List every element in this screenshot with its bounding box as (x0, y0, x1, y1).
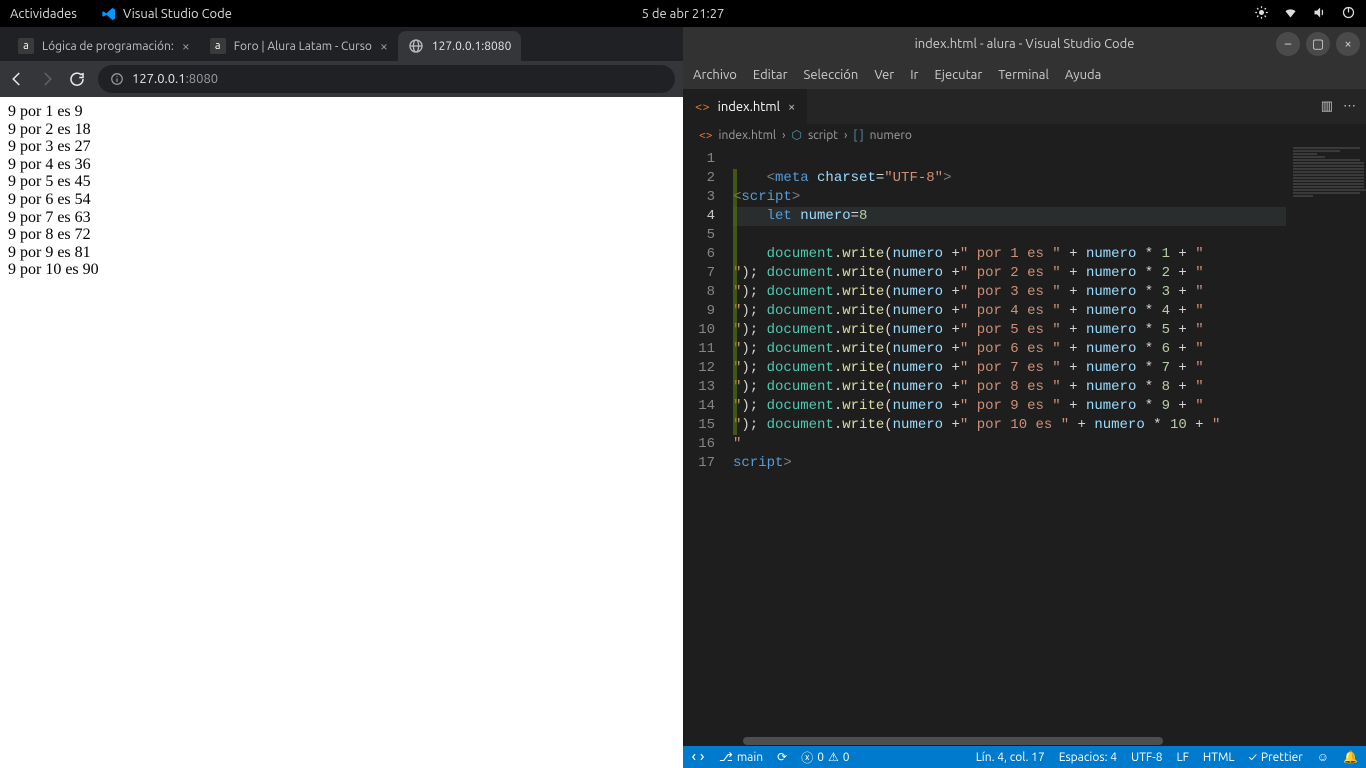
more-actions-icon[interactable]: ⋯ (1343, 99, 1356, 114)
forward-button (38, 70, 56, 88)
menu-ver[interactable]: Ver (874, 68, 894, 82)
vscode-titlebar: index.html - alura - Visual Studio Code … (683, 27, 1366, 61)
browser-tab-2[interactable]: a Foro | Alura Latam - Curso × (200, 31, 398, 61)
tab-close-icon[interactable]: × (788, 100, 795, 114)
scrollbar-thumb[interactable] (743, 737, 1163, 745)
remote-indicator[interactable] (691, 750, 705, 764)
back-button[interactable] (8, 70, 26, 88)
page-line: 9 por 9 es 81 (8, 244, 675, 262)
brightness-icon[interactable] (1254, 5, 1269, 23)
encoding[interactable]: UTF-8 (1131, 751, 1162, 764)
tab-close-icon[interactable]: × (182, 38, 190, 54)
horizontal-scrollbar[interactable] (683, 736, 1366, 746)
split-editor-icon[interactable]: ▥ (1321, 99, 1333, 114)
browser-tab-3[interactable]: 127.0.0.1:8080 (398, 31, 522, 61)
editor-area[interactable]: 1 2 3 4 5 6 7 8 9 10 11 12 13 14 15 16 1… (683, 146, 1366, 736)
browser-tab-1[interactable]: a Lógica de programación: × (8, 31, 200, 61)
menu-ejecutar[interactable]: Ejecutar (935, 68, 983, 82)
line-number-gutter: 1 2 3 4 5 6 7 8 9 10 11 12 13 14 15 16 1… (683, 146, 733, 736)
symbol-icon: ⬡ (791, 128, 801, 142)
html-file-icon: <> (695, 100, 710, 114)
symbol-variable-icon: [ ] (853, 129, 863, 142)
breadcrumb-variable[interactable]: numero (870, 129, 912, 142)
address-bar[interactable]: 127.0.0.1:8080 (98, 65, 675, 93)
gnome-active-app[interactable]: Visual Studio Code (101, 6, 232, 22)
feedback-icon[interactable]: ☺ (1317, 750, 1329, 764)
editor-tab-index-html[interactable]: <> index.html × (683, 89, 808, 124)
window-minimize-button[interactable]: – (1276, 32, 1300, 56)
favicon-alura-icon: a (210, 38, 226, 54)
vscode-menubar: Archivo Editar Selección Ver Ir Ejecutar… (683, 61, 1366, 89)
tab-filename: index.html (718, 100, 780, 114)
menu-ir[interactable]: Ir (910, 68, 918, 82)
menu-terminal[interactable]: Terminal (998, 68, 1049, 82)
breadcrumb-script[interactable]: script (808, 129, 838, 142)
menu-seleccion[interactable]: Selección (804, 68, 859, 82)
gnome-clock[interactable]: 5 de abr 21:27 (642, 7, 725, 21)
gnome-activities[interactable]: Actividades (10, 7, 77, 21)
page-line: 9 por 4 es 36 (8, 156, 675, 174)
prettier-status[interactable]: ✓ Prettier (1249, 751, 1303, 764)
breadcrumb[interactable]: <> index.html › ⬡ script › [ ] numero (683, 124, 1366, 146)
vscode-window: index.html - alura - Visual Studio Code … (683, 27, 1366, 768)
volume-icon[interactable] (1312, 5, 1327, 23)
globe-icon (408, 38, 424, 54)
page-line: 9 por 8 es 72 (8, 226, 675, 244)
page-line: 9 por 2 es 18 (8, 121, 675, 139)
browser-tab-strip: a Lógica de programación: × a Foro | Alu… (0, 27, 683, 61)
status-bar: ⎇ main ⟳ ⓧ 0 ⚠ 0 Lín. 4, col. 17 Espacio… (683, 746, 1366, 768)
browser-toolbar: 127.0.0.1:8080 (0, 61, 683, 97)
html-file-icon: <> (699, 129, 713, 142)
gnome-top-bar: Actividades Visual Studio Code 5 de abr … (0, 0, 1366, 27)
browser-viewport: 9 por 1 es 9 9 por 2 es 18 9 por 3 es 27… (0, 97, 683, 768)
info-icon (110, 72, 124, 86)
window-maximize-button[interactable]: ▢ (1306, 32, 1330, 56)
tab-label: 127.0.0.1:8080 (432, 40, 512, 53)
editor-tabs: <> index.html × ▥ ⋯ (683, 89, 1366, 124)
browser-window: a Lógica de programación: × a Foro | Alu… (0, 27, 683, 768)
power-icon[interactable] (1341, 5, 1356, 23)
language-mode[interactable]: HTML (1203, 751, 1235, 764)
page-line: 9 por 7 es 63 (8, 209, 675, 227)
git-branch[interactable]: ⎇ main (719, 750, 763, 764)
page-line: 9 por 3 es 27 (8, 138, 675, 156)
cursor-position[interactable]: Lín. 4, col. 17 (976, 751, 1045, 764)
page-line: 9 por 6 es 54 (8, 191, 675, 209)
eol[interactable]: LF (1177, 751, 1189, 764)
favicon-alura-icon: a (18, 38, 34, 54)
menu-archivo[interactable]: Archivo (693, 68, 737, 82)
problems-indicator[interactable]: ⓧ 0 ⚠ 0 (801, 749, 849, 766)
menu-ayuda[interactable]: Ayuda (1065, 68, 1101, 82)
tab-label: Lógica de programación: (42, 40, 174, 53)
code-content[interactable]: <meta charset="UTF-8"><script> let numer… (733, 146, 1286, 736)
vscode-icon (101, 6, 117, 22)
window-close-button[interactable]: × (1336, 32, 1360, 56)
page-line: 9 por 1 es 9 (8, 103, 675, 121)
indent-setting[interactable]: Espacios: 4 (1059, 751, 1117, 764)
page-line: 9 por 10 es 90 (8, 261, 675, 279)
tab-close-icon[interactable]: × (380, 38, 388, 54)
tab-label: Foro | Alura Latam - Curso (234, 40, 372, 53)
page-line: 9 por 5 es 45 (8, 173, 675, 191)
menu-editar[interactable]: Editar (753, 68, 788, 82)
notifications-icon[interactable]: 🔔 (1343, 750, 1358, 764)
wifi-icon[interactable] (1283, 5, 1298, 23)
git-sync-icon[interactable]: ⟳ (777, 750, 787, 764)
breadcrumb-file[interactable]: index.html (719, 129, 777, 142)
reload-button[interactable] (68, 70, 86, 88)
minimap[interactable] (1286, 146, 1366, 736)
address-host: 127.0.0.1:8080 (132, 72, 218, 86)
window-title: index.html - alura - Visual Studio Code (915, 37, 1135, 51)
